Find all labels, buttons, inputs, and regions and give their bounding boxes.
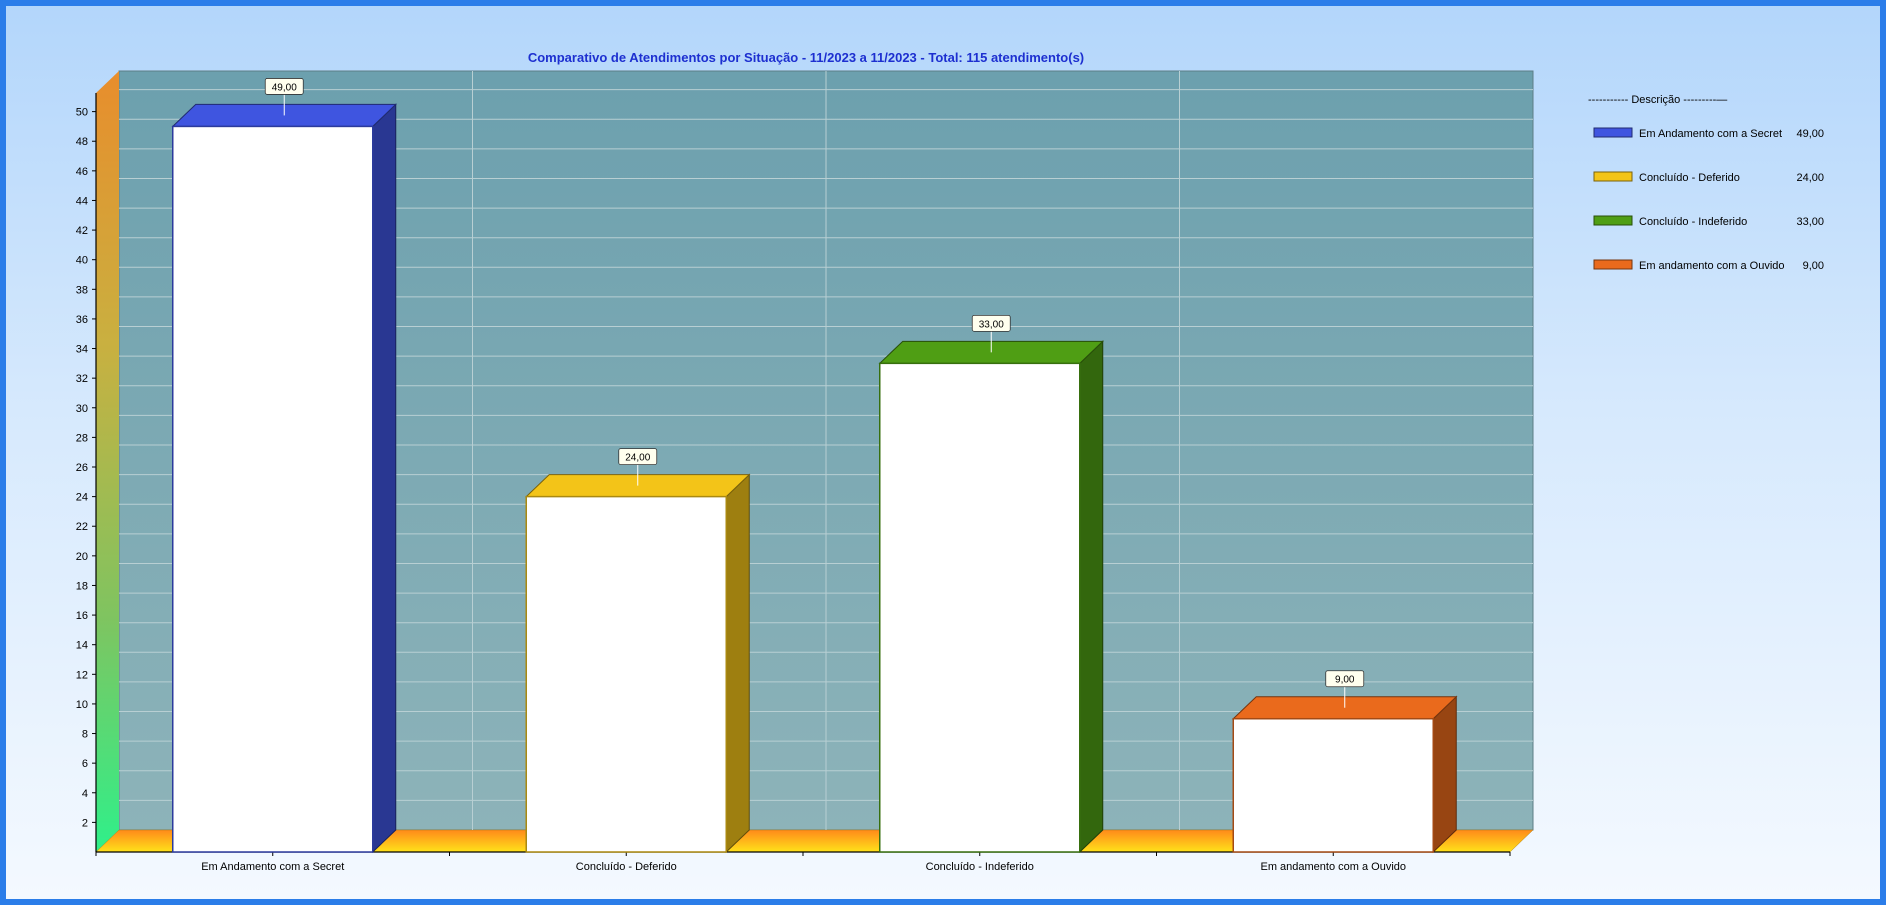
- y-tick-label: 12: [76, 669, 88, 681]
- bar-front: [172, 125, 374, 853]
- bar-chart: 2468101214161820222426283032343638404244…: [76, 50, 1824, 873]
- legend-swatch: [1593, 171, 1633, 182]
- legend-item-3: Concluído - Indeferido 33,00: [1593, 215, 1824, 228]
- bar-front: [525, 495, 727, 853]
- bar-front: [879, 362, 1081, 853]
- legend-label: Concluído - Deferido: [1639, 172, 1740, 184]
- bar-side: [1079, 340, 1104, 854]
- bar-side: [372, 103, 397, 854]
- bar-front: [1232, 717, 1434, 853]
- y-tick-label: 44: [76, 195, 88, 207]
- y-tick-label: 46: [76, 166, 88, 178]
- y-tick-label: 20: [76, 551, 88, 563]
- y-tick-label: 24: [76, 492, 88, 504]
- y-tick-label: 14: [76, 640, 88, 652]
- y-tick-label: 50: [76, 107, 88, 119]
- y-tick-label: 18: [76, 580, 88, 592]
- legend-value: 9,00: [1803, 260, 1824, 272]
- y-tick-label: 22: [76, 521, 88, 533]
- y-tick-label: 10: [76, 699, 88, 711]
- legend-header: ----------- Descrição ---------—: [1588, 94, 1727, 106]
- legend-label: Em andamento com a Ouvido: [1639, 260, 1785, 272]
- y-tick-label: 40: [76, 255, 88, 267]
- bar-side: [1432, 695, 1457, 854]
- y-tick-label: 28: [76, 432, 88, 444]
- y-tick-label: 32: [76, 373, 88, 385]
- x-category-label: Em Andamento com a Secret: [201, 861, 344, 873]
- y-tick-label: 48: [76, 136, 88, 148]
- data-label: 9,00: [1335, 675, 1355, 686]
- legend-swatch: [1593, 127, 1633, 138]
- legend-value: 49,00: [1796, 128, 1824, 140]
- chart-title: Comparativo de Atendimentos por Situação…: [528, 50, 1084, 65]
- y-tick-label: 4: [82, 788, 88, 800]
- legend-label: Em Andamento com a Secret: [1639, 128, 1782, 140]
- y-tick-label: 8: [82, 729, 88, 741]
- legend-item-2: Concluído - Deferido 24,00: [1593, 171, 1824, 184]
- x-category-label: Concluído - Deferido: [576, 861, 677, 873]
- legend-swatch: [1593, 259, 1633, 270]
- legend: ----------- Descrição ---------— Em Anda…: [1588, 94, 1824, 272]
- data-label: 33,00: [979, 319, 1004, 330]
- legend-value: 33,00: [1796, 216, 1824, 228]
- x-category-label: Concluído - Indeferido: [926, 861, 1034, 873]
- data-label: 49,00: [272, 82, 297, 93]
- legend-item-4: Em andamento com a Ouvido 9,00: [1593, 259, 1824, 272]
- y-tick-label: 2: [82, 817, 88, 829]
- y-tick-label: 42: [76, 225, 88, 237]
- y-tick-label: 38: [76, 284, 88, 296]
- left-wall: [96, 71, 119, 852]
- bar-4: 9,00: [1232, 670, 1458, 854]
- bar-side: [725, 473, 750, 854]
- legend-label: Concluído - Indeferido: [1639, 216, 1747, 228]
- legend-swatch: [1593, 215, 1633, 226]
- legend-value: 24,00: [1796, 172, 1824, 184]
- data-label: 24,00: [625, 453, 650, 464]
- y-tick-label: 16: [76, 610, 88, 622]
- y-tick-label: 6: [82, 758, 88, 770]
- y-tick-label: 34: [76, 344, 88, 356]
- bar-3: 33,00: [878, 314, 1104, 854]
- y-tick-label: 26: [76, 462, 88, 474]
- y-tick-label: 30: [76, 403, 88, 415]
- plot-area: 2468101214161820222426283032343638404244…: [76, 70, 1534, 873]
- chart-frame: 2 4 6 8 10 12 14 16 18 20 22 24 26 28 30 32 34 36 38 40 42 44…: [0, 0, 1886, 905]
- legend-item-1: Em Andamento com a Secret 49,00: [1593, 127, 1824, 140]
- x-category-label: Em andamento com a Ouvido: [1260, 861, 1406, 873]
- y-tick-label: 36: [76, 314, 88, 326]
- bar-1: 49,00: [171, 78, 397, 854]
- bar-2: 24,00: [525, 448, 751, 854]
